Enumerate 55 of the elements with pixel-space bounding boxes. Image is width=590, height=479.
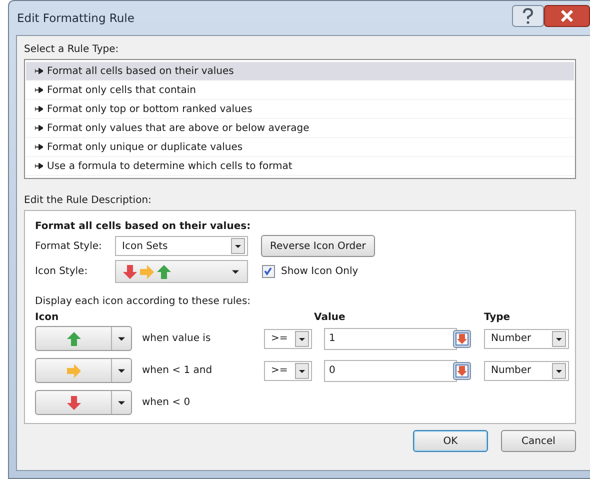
icon-dropdown[interactable]: [35, 390, 132, 415]
arrow-icon: [122, 264, 138, 280]
section-label: Select a Rule Type:: [24, 44, 120, 55]
cell-picker-icon[interactable]: [453, 330, 471, 348]
panel-heading: Format all cells based on their values:: [35, 221, 252, 232]
column-header: Icon: [35, 312, 60, 323]
field-label: Format Style:: [35, 240, 103, 252]
value-field[interactable]: 0: [324, 360, 457, 382]
caret-icon: [118, 400, 125, 404]
rule-type-item[interactable]: Use a formula to determine which cells to format: [26, 157, 574, 176]
rule-type-item[interactable]: Format only values that are above or below average: [26, 119, 574, 138]
caret-icon: [118, 368, 125, 372]
checkbox[interactable]: [262, 265, 275, 278]
arrow-icon: [66, 330, 82, 346]
column-header: Type: [484, 312, 512, 323]
dialog-button[interactable]: Cancel: [501, 430, 576, 452]
window-title: Edit Formatting Rule: [17, 11, 134, 25]
bullet-icon: [35, 125, 43, 131]
condition-text: when value is: [141, 333, 212, 344]
caret-icon: [232, 270, 239, 274]
dialog-button[interactable]: OK: [413, 430, 488, 452]
condition-text: when < 0: [141, 397, 192, 408]
rule-type-item[interactable]: Format only top or bottom ranked values: [26, 100, 574, 119]
type-dropdown[interactable]: Number: [484, 328, 569, 348]
reverse-icon-order-button[interactable]: Reverse Icon Order: [261, 235, 375, 257]
bullet-icon: [35, 144, 43, 150]
rule-type-item[interactable]: Format only unique or duplicate values: [26, 138, 574, 157]
type-dropdown[interactable]: Number: [484, 360, 569, 380]
close-icon[interactable]: [544, 5, 590, 27]
condition-text: when < 1 and: [141, 365, 214, 376]
bullet-icon: [35, 68, 43, 74]
bullet-icon: [35, 106, 43, 112]
arrow-icon: [139, 264, 155, 280]
operator-dropdown[interactable]: >=: [264, 328, 312, 348]
bullet-icon: [35, 87, 43, 93]
checkbox-label: Show Icon Only: [281, 266, 358, 277]
cell-picker-icon[interactable]: [453, 362, 471, 380]
icon-dropdown[interactable]: [35, 358, 132, 383]
rule-type-item[interactable]: Format only cells that contain: [26, 81, 574, 100]
operator-dropdown[interactable]: >=: [264, 360, 312, 380]
arrow-icon: [156, 264, 172, 280]
section-label: Edit the Rule Description:: [24, 195, 152, 206]
help-icon[interactable]: [512, 5, 544, 27]
icon-dropdown[interactable]: [35, 326, 132, 351]
column-header: Value: [314, 312, 346, 323]
caret-icon: [118, 336, 125, 340]
arrow-icon: [66, 362, 82, 378]
bullet-icon: [35, 163, 43, 169]
icon-style-dropdown[interactable]: [115, 260, 248, 283]
instruction-text: Display each icon according to these rules:: [35, 296, 252, 307]
field-label: Icon Style:: [35, 266, 89, 277]
arrow-icon: [66, 394, 82, 410]
value-field[interactable]: 1: [324, 328, 457, 350]
rule-type-item[interactable]: Format all cells based on their values: [26, 62, 574, 81]
format-style-dropdown[interactable]: Icon Sets: [115, 236, 248, 256]
